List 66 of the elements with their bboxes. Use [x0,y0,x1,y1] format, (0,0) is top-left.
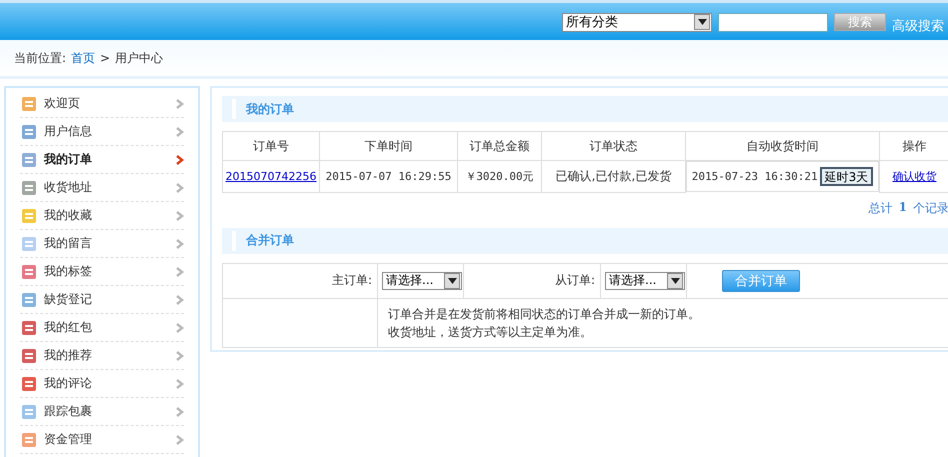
sidebar-item[interactable]: 收货地址 [20,174,184,202]
section-title: 我的订单 [246,100,294,118]
menu-item-icon [20,318,38,336]
menu-item-icon [20,262,38,280]
chevron-icon [176,154,184,164]
chevron-icon [176,378,184,388]
menu-item-icon [20,234,38,252]
chevron-icon [176,294,184,304]
table-cell: 2015-07-07 16:29:55 [320,160,458,192]
chevron-icon [176,98,184,108]
menu-item-icon [20,402,38,420]
menu-item-icon [20,150,38,168]
sidebar-item[interactable]: 我的推荐 [20,342,184,370]
merge-note: 订单合并是在发货前将相同状态的订单合并成一新的订单。 [388,306,701,322]
section-title: 合并订单 [246,232,294,249]
chevron-icon [176,126,184,136]
menu-item-icon [20,206,38,224]
chevron-icon [176,182,184,192]
sidebar-item[interactable]: 欢迎页 [20,90,184,118]
menu-item-icon [20,374,38,392]
sidebar-item[interactable]: 我的评论 [20,370,184,398]
column-header: 自动收货时间 [686,132,880,160]
column-header: 下单时间 [320,132,458,160]
chevron-icon [176,434,184,444]
menu-item-icon [20,430,38,448]
sidebar-item[interactable]: 我的标签 [20,258,184,286]
column-header: 操作 [880,132,948,160]
record-count: 1 [898,200,907,216]
total-label: 总计 [868,200,893,216]
menu-item-icon [20,346,38,364]
chevron-icon [176,406,184,416]
menu-item-icon [20,178,38,196]
sub-order-select[interactable]: 请选择... [605,272,685,290]
search-field[interactable] [718,12,828,32]
column-header: 订单总金额 [458,132,542,160]
sidebar-item[interactable]: 用户信息 [20,118,184,146]
breadcrumb-current: 用户中心 [115,50,164,66]
sidebar-item[interactable]: 我的红包 [20,314,184,342]
sidebar-item[interactable]: 我的收藏 [20,202,184,230]
main-order-select[interactable]: 请选择... [382,272,462,290]
column-header: 订单状态 [542,132,686,160]
delay-button[interactable]: 延时3天 [820,167,874,186]
breadcrumb-label: 当前位置: [14,50,66,66]
sidebar-item[interactable]: 资金管理 [20,426,184,454]
breadcrumb-link[interactable]: 首页 [71,50,96,66]
chevron-icon [176,210,184,220]
auto-receive-time: 2015-07-23 16:30:21 [692,170,818,183]
category-select[interactable]: 所有分类 [562,12,712,32]
sidebar-item[interactable]: 缺货登记 [20,286,184,314]
merge-note: 收货地址，送货方式等以主定单为准。 [388,324,593,340]
chevron-icon [176,322,184,332]
sub-order-label: 从订单: [464,263,600,298]
table-cell: 已确认,已付款,已发货 [542,160,686,192]
menu-item-icon [20,122,38,140]
sidebar-item[interactable]: 跟踪包裹 [20,398,184,426]
breadcrumb-separator: > [100,51,110,65]
chevron-icon [176,266,184,276]
column-header: 订单号 [222,132,320,160]
chevron-icon [176,238,184,248]
menu-item-icon [20,94,38,112]
sidebar-item[interactable]: 我的订单 [20,146,184,174]
chevron-icon [176,350,184,360]
sidebar-item[interactable]: 我的留言 [20,230,184,258]
main-order-label: 主订单: [222,263,378,298]
menu-item-icon [20,290,38,308]
table-cell: ￥3020.00元 [458,160,542,192]
